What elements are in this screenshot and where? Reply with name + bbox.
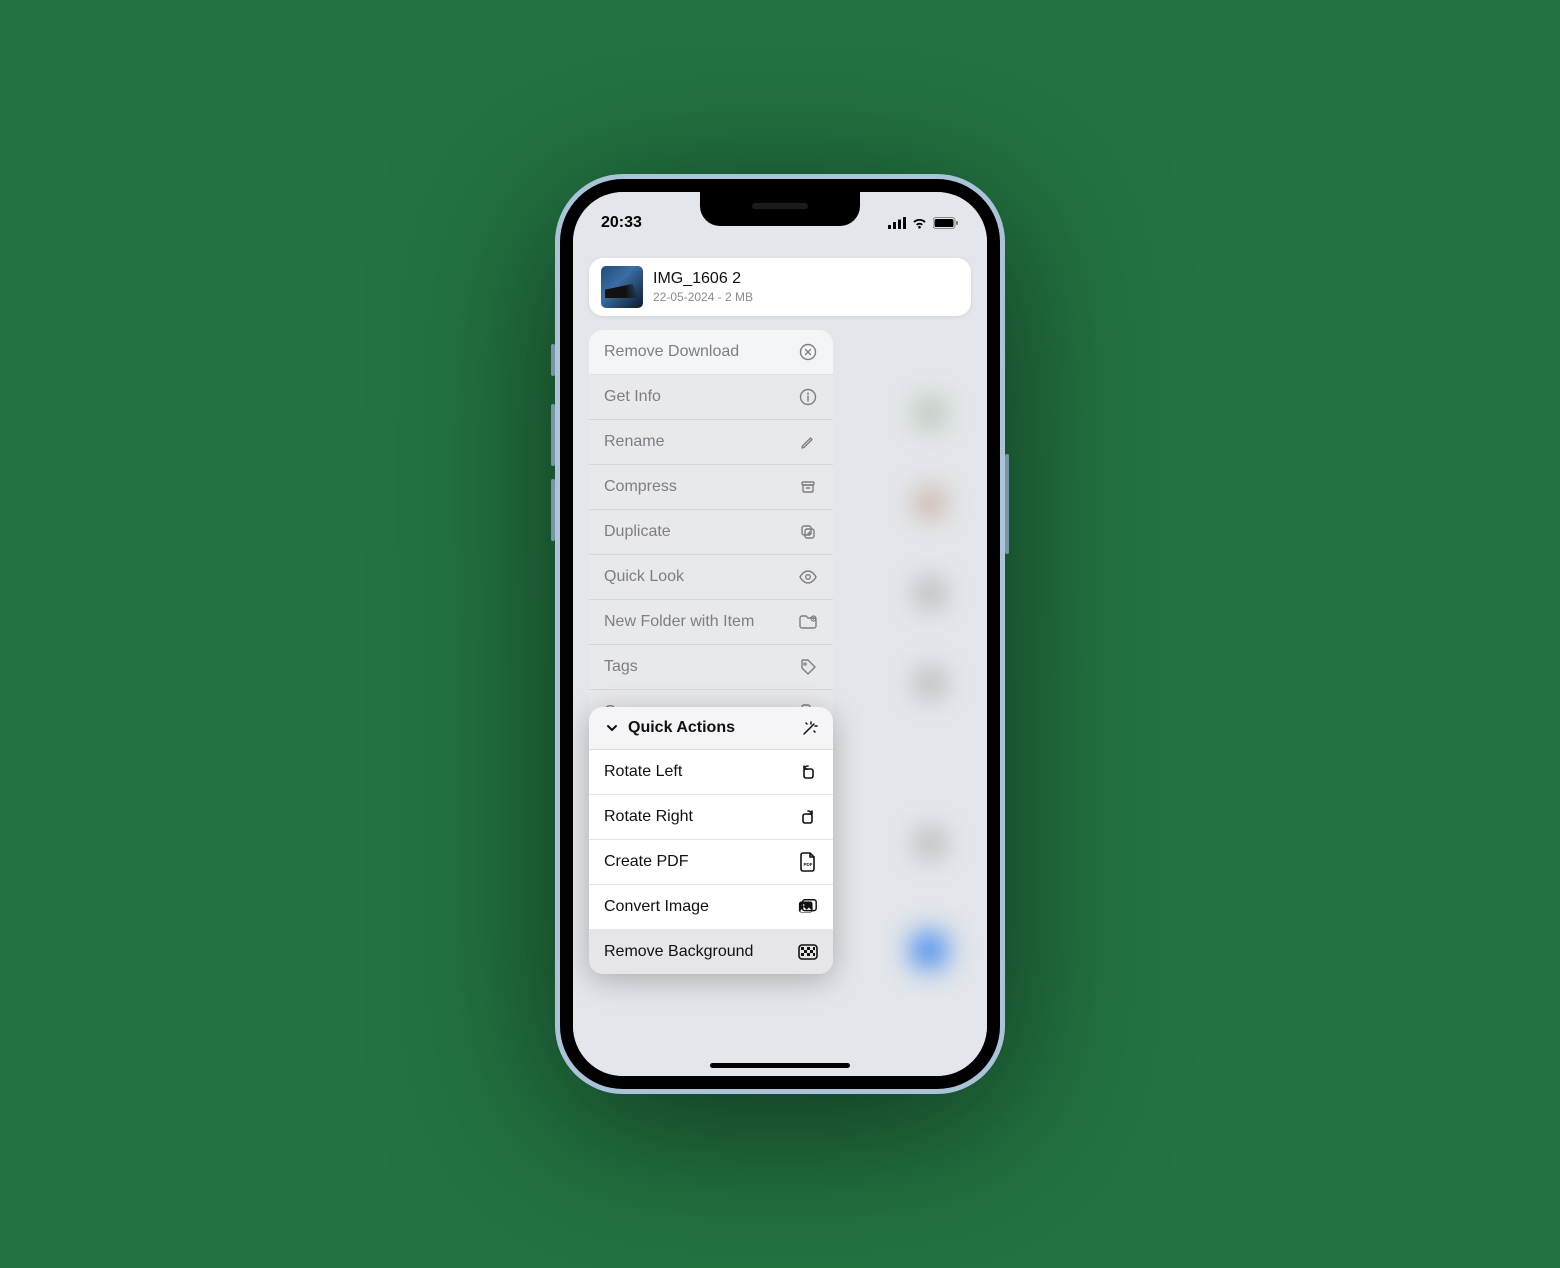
qa-rotate-right[interactable]: Rotate Right — [589, 795, 833, 840]
menu-item-label: Remove Download — [604, 343, 739, 361]
qa-item-label: Create PDF — [604, 853, 688, 871]
folder-plus-icon — [798, 612, 818, 632]
qa-convert-image[interactable]: Convert Image — [589, 885, 833, 930]
menu-item-label: Tags — [604, 658, 638, 676]
file-card[interactable]: IMG_1606 2 22-05-2024 - 2 MB — [589, 258, 971, 316]
volume-up-button — [551, 404, 555, 466]
cellular-icon — [888, 217, 906, 229]
pencil-icon — [798, 432, 818, 452]
quick-actions-header[interactable]: Quick Actions — [589, 707, 833, 750]
file-name: IMG_1606 2 — [653, 270, 753, 288]
eye-icon — [798, 567, 818, 587]
context-menu: Remove Download Get Info Rename Compress… — [589, 330, 833, 734]
status-time: 20:33 — [601, 214, 642, 232]
menu-rename[interactable]: Rename — [589, 420, 833, 465]
wifi-icon — [911, 217, 928, 229]
qa-create-pdf[interactable]: Create PDF PDF — [589, 840, 833, 885]
info-circle-icon — [798, 387, 818, 407]
home-indicator[interactable] — [710, 1063, 850, 1068]
qa-item-label: Rotate Right — [604, 808, 693, 826]
file-meta: 22-05-2024 - 2 MB — [653, 290, 753, 304]
chevron-down-icon — [602, 718, 622, 738]
checker-icon — [798, 942, 818, 962]
screen: 20:33 IMG_1606 2 — [573, 192, 987, 1076]
file-thumbnail — [601, 266, 643, 308]
menu-item-label: Compress — [604, 478, 677, 496]
menu-new-folder-with-item[interactable]: New Folder with Item — [589, 600, 833, 645]
rotate-left-icon — [798, 762, 818, 782]
quick-actions-title: Quick Actions — [628, 719, 735, 737]
quick-actions-menu: Quick Actions Rotate Left Rotate Right C… — [589, 707, 833, 974]
volume-down-button — [551, 479, 555, 541]
photo-stack-icon — [798, 897, 818, 917]
qa-rotate-left[interactable]: Rotate Left — [589, 750, 833, 795]
menu-compress[interactable]: Compress — [589, 465, 833, 510]
qa-item-label: Remove Background — [604, 943, 753, 961]
svg-text:PDF: PDF — [804, 862, 813, 867]
qa-item-label: Rotate Left — [604, 763, 682, 781]
doc-pdf-icon: PDF — [798, 852, 818, 872]
mute-switch — [551, 344, 555, 376]
power-button — [1005, 454, 1009, 554]
x-circle-icon — [798, 342, 818, 362]
battery-icon — [933, 217, 959, 229]
tag-icon — [798, 657, 818, 677]
menu-duplicate[interactable]: Duplicate — [589, 510, 833, 555]
qa-item-label: Convert Image — [604, 898, 709, 916]
wand-icon — [800, 718, 820, 738]
menu-item-label: Get Info — [604, 388, 661, 406]
menu-item-label: Quick Look — [604, 568, 684, 586]
menu-item-label: Duplicate — [604, 523, 671, 541]
qa-remove-background[interactable]: Remove Background — [589, 930, 833, 974]
plus-square-icon — [798, 522, 818, 542]
menu-item-label: Rename — [604, 433, 664, 451]
archivebox-icon — [798, 477, 818, 497]
rotate-right-icon — [798, 807, 818, 827]
menu-item-label: New Folder with Item — [604, 613, 754, 631]
menu-quick-look[interactable]: Quick Look — [589, 555, 833, 600]
menu-remove-download[interactable]: Remove Download — [589, 330, 833, 375]
phone-frame: 20:33 IMG_1606 2 — [555, 174, 1005, 1094]
menu-tags[interactable]: Tags — [589, 645, 833, 690]
notch — [700, 192, 860, 226]
menu-get-info[interactable]: Get Info — [589, 375, 833, 420]
